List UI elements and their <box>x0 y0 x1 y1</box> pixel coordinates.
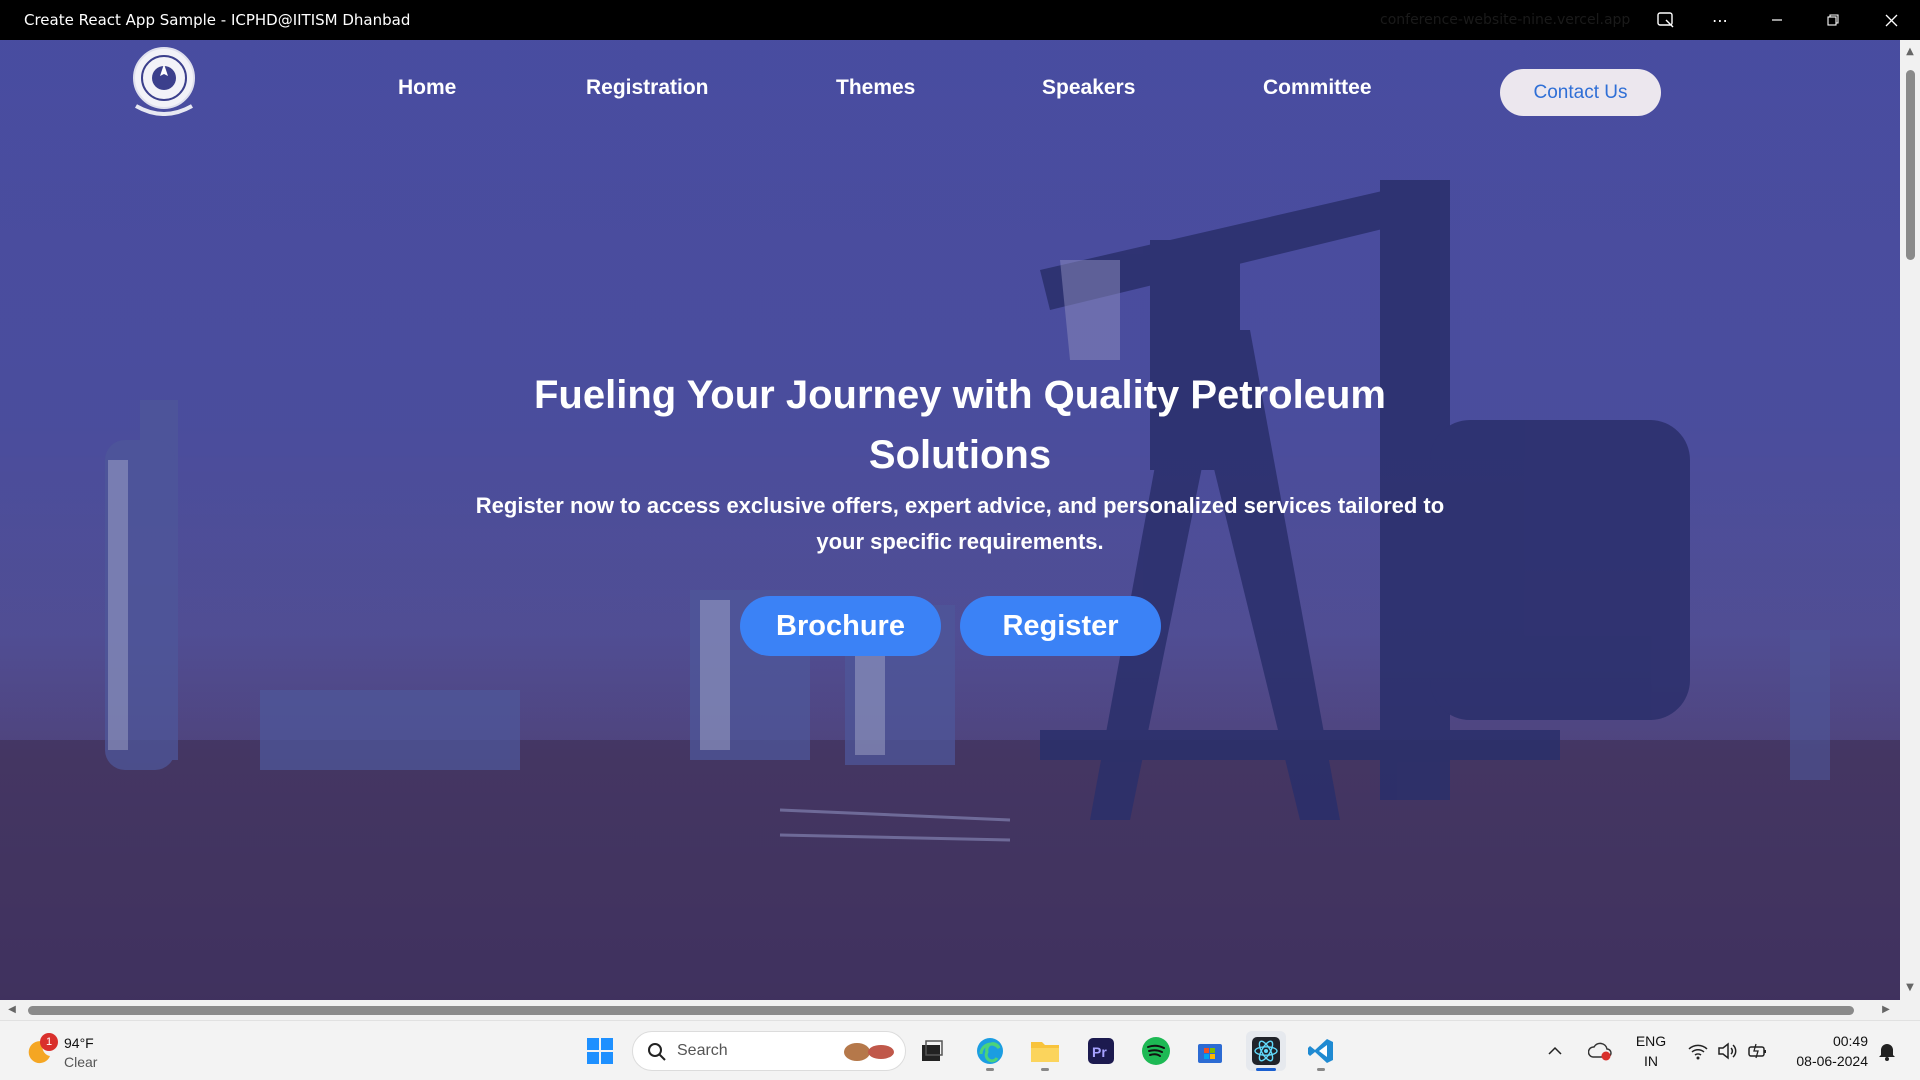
scrollbar-corner <box>1900 1000 1920 1020</box>
search-label: Search <box>677 1042 728 1059</box>
react-app-icon[interactable] <box>1246 1031 1286 1071</box>
web-content: Home Registration Themes Speakers Commit… <box>0 40 1900 1000</box>
iitism-logo[interactable] <box>130 44 198 116</box>
weather-badge: 1 <box>40 1033 58 1051</box>
nav-committee[interactable]: Committee <box>1263 76 1372 100</box>
language-code[interactable]: ENG <box>1634 1033 1668 1049</box>
more-icon[interactable]: ⋯ <box>1697 0 1743 40</box>
brochure-button[interactable]: Brochure <box>740 596 941 656</box>
clock-time[interactable]: 00:49 <box>1784 1033 1868 1049</box>
notification-bell-icon[interactable] <box>1874 1031 1900 1071</box>
search-highlight-icon <box>844 1043 894 1061</box>
running-indicator <box>986 1068 994 1071</box>
horizontal-scroll-thumb[interactable] <box>28 1006 1854 1015</box>
scroll-left-icon[interactable]: ◀ <box>6 1004 18 1016</box>
vertical-scroll-thumb[interactable] <box>1906 70 1915 260</box>
microsoft-store-icon[interactable] <box>1190 1031 1230 1071</box>
nav-speakers[interactable]: Speakers <box>1042 76 1135 100</box>
horizontal-scrollbar[interactable]: ◀ ▶ <box>0 1000 1900 1020</box>
register-button[interactable]: Register <box>960 596 1161 656</box>
cloud-error-icon[interactable] <box>1585 1031 1615 1071</box>
scroll-up-icon[interactable]: ▲ <box>1904 46 1916 58</box>
window-title: Create React App Sample - ICPHD@IITISM D… <box>24 11 411 29</box>
nav-registration[interactable]: Registration <box>586 76 709 100</box>
premiere-pro-icon[interactable]: Pr <box>1081 1031 1121 1071</box>
nav-themes[interactable]: Themes <box>836 76 915 100</box>
navbar: Home Registration Themes Speakers Commit… <box>0 40 1900 140</box>
minimize-icon[interactable] <box>1754 0 1800 40</box>
weather-temp: 94°F <box>64 1035 94 1051</box>
contact-us-button[interactable]: Contact Us <box>1500 69 1661 116</box>
volume-icon[interactable] <box>1714 1031 1742 1071</box>
scroll-down-icon[interactable]: ▼ <box>1904 982 1916 994</box>
active-indicator <box>1256 1068 1276 1071</box>
file-explorer-icon[interactable] <box>1025 1031 1065 1071</box>
taskbar-search[interactable]: Search <box>632 1031 906 1071</box>
close-icon[interactable] <box>1868 0 1914 40</box>
taskbar: 1 94°F Clear Search Pr ENG IN 00:49 08-0… <box>0 1020 1920 1080</box>
running-indicator <box>1317 1068 1325 1071</box>
scroll-right-icon[interactable]: ▶ <box>1880 1004 1892 1016</box>
reader-icon[interactable] <box>1643 0 1689 40</box>
spotify-icon[interactable] <box>1136 1031 1176 1071</box>
title-bar: Create React App Sample - ICPHD@IITISM D… <box>0 0 1920 40</box>
running-indicator <box>1041 1068 1049 1071</box>
windows-start-icon[interactable] <box>580 1031 620 1071</box>
window-url: conference-website-nine.vercel.app <box>1380 12 1631 28</box>
clock-date[interactable]: 08-06-2024 <box>1784 1053 1868 1069</box>
vscode-icon[interactable] <box>1301 1031 1341 1071</box>
nav-home[interactable]: Home <box>398 76 456 100</box>
hero-title: Fueling Your Journey with Quality Petrol… <box>534 373 1386 477</box>
restore-icon[interactable] <box>1810 0 1856 40</box>
svg-text:Pr: Pr <box>1092 1044 1107 1060</box>
chevron-up-icon[interactable] <box>1543 1031 1567 1071</box>
search-icon <box>648 1043 666 1061</box>
wifi-icon[interactable] <box>1684 1031 1712 1071</box>
weather-condition: Clear <box>64 1054 98 1070</box>
battery-icon[interactable] <box>1744 1031 1772 1071</box>
vertical-scrollbar[interactable]: ▲ ▼ <box>1900 40 1920 1000</box>
region-code[interactable]: IN <box>1634 1053 1668 1069</box>
weather-widget[interactable]: 1 94°F Clear <box>22 1031 132 1073</box>
task-view-icon[interactable] <box>912 1031 952 1071</box>
edge-icon[interactable] <box>970 1031 1010 1071</box>
hero-subtitle: Register now to access exclusive offers,… <box>475 493 1445 554</box>
